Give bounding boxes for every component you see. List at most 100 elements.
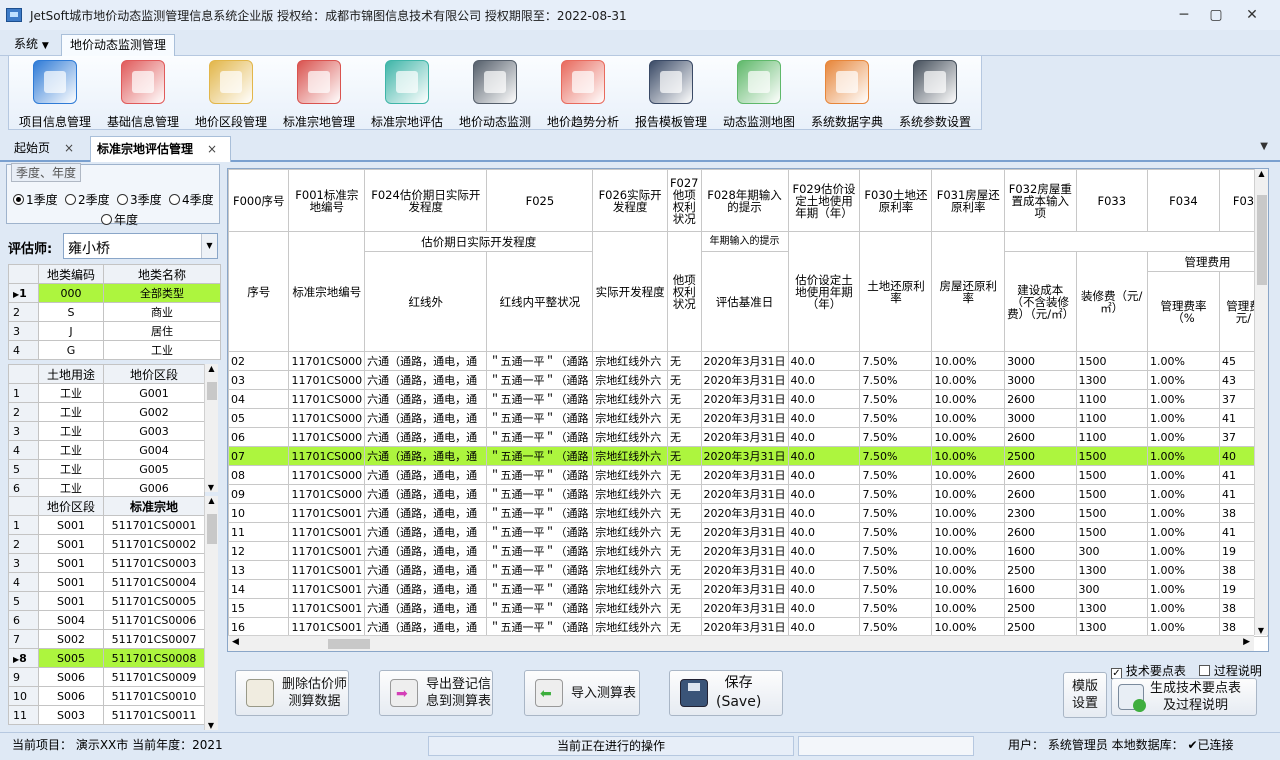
column-header[interactable]: 地类编码 [38,264,104,284]
table-cell[interactable]: 1.00% [1146,446,1220,466]
table-cell[interactable]: 511701CS0002 [103,534,205,554]
table-cell[interactable]: 2020年3月31日 [700,446,789,466]
table-cell[interactable]: S001 [38,515,104,535]
table-cell[interactable]: 40.0 [787,408,861,428]
row-number[interactable]: 9 [8,667,39,687]
table-cell[interactable]: 2020年3月31日 [700,560,789,580]
table-cell[interactable]: 工业 [38,383,104,403]
table-cell[interactable]: ＂五通一平＂（通路 [486,446,594,466]
table-cell[interactable]: 六通（通路，通电，通 [364,598,488,618]
table-cell[interactable]: 10.00% [931,522,1006,542]
table-row[interactable]: 11 S003 511701CS0011 [8,705,205,725]
table-cell[interactable]: 1.00% [1146,560,1220,580]
table-cell[interactable]: 06 [228,427,290,447]
table-cell[interactable]: 2020年3月31日 [700,617,789,637]
table-cell[interactable]: 11701CS001 [288,522,366,542]
table-cell[interactable]: G005 [103,459,205,479]
table-cell[interactable]: 11701CS001 [288,598,366,618]
table-cell[interactable]: 宗地红线外六 [592,389,668,409]
table-cell[interactable]: 无 [666,408,702,428]
table-cell[interactable]: 2020年3月31日 [700,408,789,428]
table-cell[interactable]: 1.00% [1146,408,1220,428]
column-code-header[interactable]: F025 [486,169,594,232]
table-cell[interactable]: S006 [38,686,104,706]
scroll-down-icon[interactable]: ▼ [205,483,217,492]
table-cell[interactable]: 511701CS0008 [103,648,205,668]
table-cell[interactable]: 宗地红线外六 [592,503,668,523]
table-cell[interactable]: 全部类型 [103,283,221,303]
table-cell[interactable]: G001 [103,383,205,403]
table-cell[interactable]: 11701CS000 [288,370,366,390]
table-cell[interactable]: 511701CS0009 [103,667,205,687]
table-cell[interactable]: ＂五通一平＂（通路 [486,370,594,390]
table-cell[interactable]: 511701CS0006 [103,610,205,630]
table-cell[interactable]: 02 [228,351,290,371]
row-number[interactable]: 5 [8,459,39,479]
import-sheet-button[interactable]: ⬅ 导入测算表 [524,670,640,716]
table-cell[interactable]: 11701CS000 [288,389,366,409]
column-group-header[interactable]: 年期输入的提示 [700,231,789,252]
column-header[interactable]: 装修费（元/㎡） [1075,251,1148,352]
radio-q3[interactable]: 3季度 [117,191,162,208]
table-cell[interactable]: 3000 [1004,351,1077,371]
table-cell[interactable]: 2500 [1004,446,1077,466]
table-cell[interactable]: 7.50% [859,617,933,637]
table-cell[interactable]: 07 [228,446,290,466]
export-registration-button[interactable]: ➡ 导出登记信 息到测算表 [379,670,493,716]
column-header[interactable]: 地价区段 [38,496,104,516]
table-cell[interactable]: G [38,340,104,360]
table-cell[interactable]: 11 [228,522,290,542]
table-row[interactable]: 4 S001 511701CS0004 [8,572,205,592]
table-cell[interactable]: 宗地红线外六 [592,522,668,542]
table-cell[interactable]: 2600 [1004,522,1077,542]
table-row[interactable]: 6 工业 G006 [8,478,205,498]
table-cell[interactable]: 511701CS0003 [103,553,205,573]
table-row[interactable]: 3 工业 G003 [8,421,205,441]
table-cell[interactable]: 2020年3月31日 [700,427,789,447]
row-number[interactable]: 2 [8,534,39,554]
table-cell[interactable]: 04 [228,389,290,409]
close-window-button[interactable]: ✕ [1242,6,1262,24]
scrollbar-thumb[interactable] [207,382,217,400]
table-row[interactable]: 10 S006 511701CS0010 [8,686,205,706]
table-row[interactable]: 2 S 商业 [8,302,221,322]
table-cell[interactable]: 六通（通路，通电，通 [364,446,488,466]
ribbon-button-4[interactable]: 标准宗地管理 [275,56,363,130]
table-cell[interactable]: 1500 [1075,503,1148,523]
table-cell[interactable]: 宗地红线外六 [592,484,668,504]
table-cell[interactable]: G002 [103,402,205,422]
table-cell[interactable]: 1300 [1075,617,1148,637]
tab-list-dropdown-icon[interactable]: ▼ [1260,141,1268,152]
table-cell[interactable]: 40.0 [787,370,861,390]
table-cell[interactable]: 2600 [1004,484,1077,504]
table-cell[interactable]: 12 [228,541,290,561]
table-cell[interactable]: G004 [103,440,205,460]
table-row[interactable]: 16 11701CS001 六通（通路，通电，通 ＂五通一平＂（通路 宗地红线外六无 20… [228,617,1268,637]
table-cell[interactable]: S001 [38,591,104,611]
column-code-header[interactable]: F027他项权利状况 [666,169,702,232]
table-cell[interactable]: 11701CS000 [288,484,366,504]
scrollbar-thumb[interactable] [207,514,217,544]
table-cell[interactable]: S001 [38,572,104,592]
table-cell[interactable]: 六通（通路，通电，通 [364,617,488,637]
table-cell[interactable]: 无 [666,522,702,542]
system-menu[interactable]: 系统 ▼ [6,34,57,56]
table-cell[interactable]: 2500 [1004,617,1077,637]
table-cell[interactable]: 六通（通路，通电，通 [364,465,488,485]
table-cell[interactable]: 2600 [1004,427,1077,447]
table-cell[interactable]: 六通（通路，通电，通 [364,541,488,561]
table-cell[interactable]: 10.00% [931,389,1006,409]
row-number[interactable]: 3 [8,421,39,441]
table-cell[interactable]: 511701CS0007 [103,629,205,649]
row-number[interactable]: 11 [8,705,39,725]
table-cell[interactable]: 2020年3月31日 [700,351,789,371]
table-cell[interactable]: 03 [228,370,290,390]
row-number[interactable]: 3 [8,553,39,573]
ribbon-button-5[interactable]: 标准宗地评估 [363,56,451,130]
column-header[interactable]: 标准宗地编号 [288,231,366,352]
radio-q2[interactable]: 2季度 [65,191,110,208]
column-header[interactable]: 标准宗地 [103,496,205,516]
process-description-checkbox[interactable]: 过程说明 [1199,662,1262,679]
parcel-scrollbar[interactable]: ▲ ▼ [204,496,218,730]
column-header[interactable]: 建设成本（不含装修费）（元/㎡） [1004,251,1077,352]
